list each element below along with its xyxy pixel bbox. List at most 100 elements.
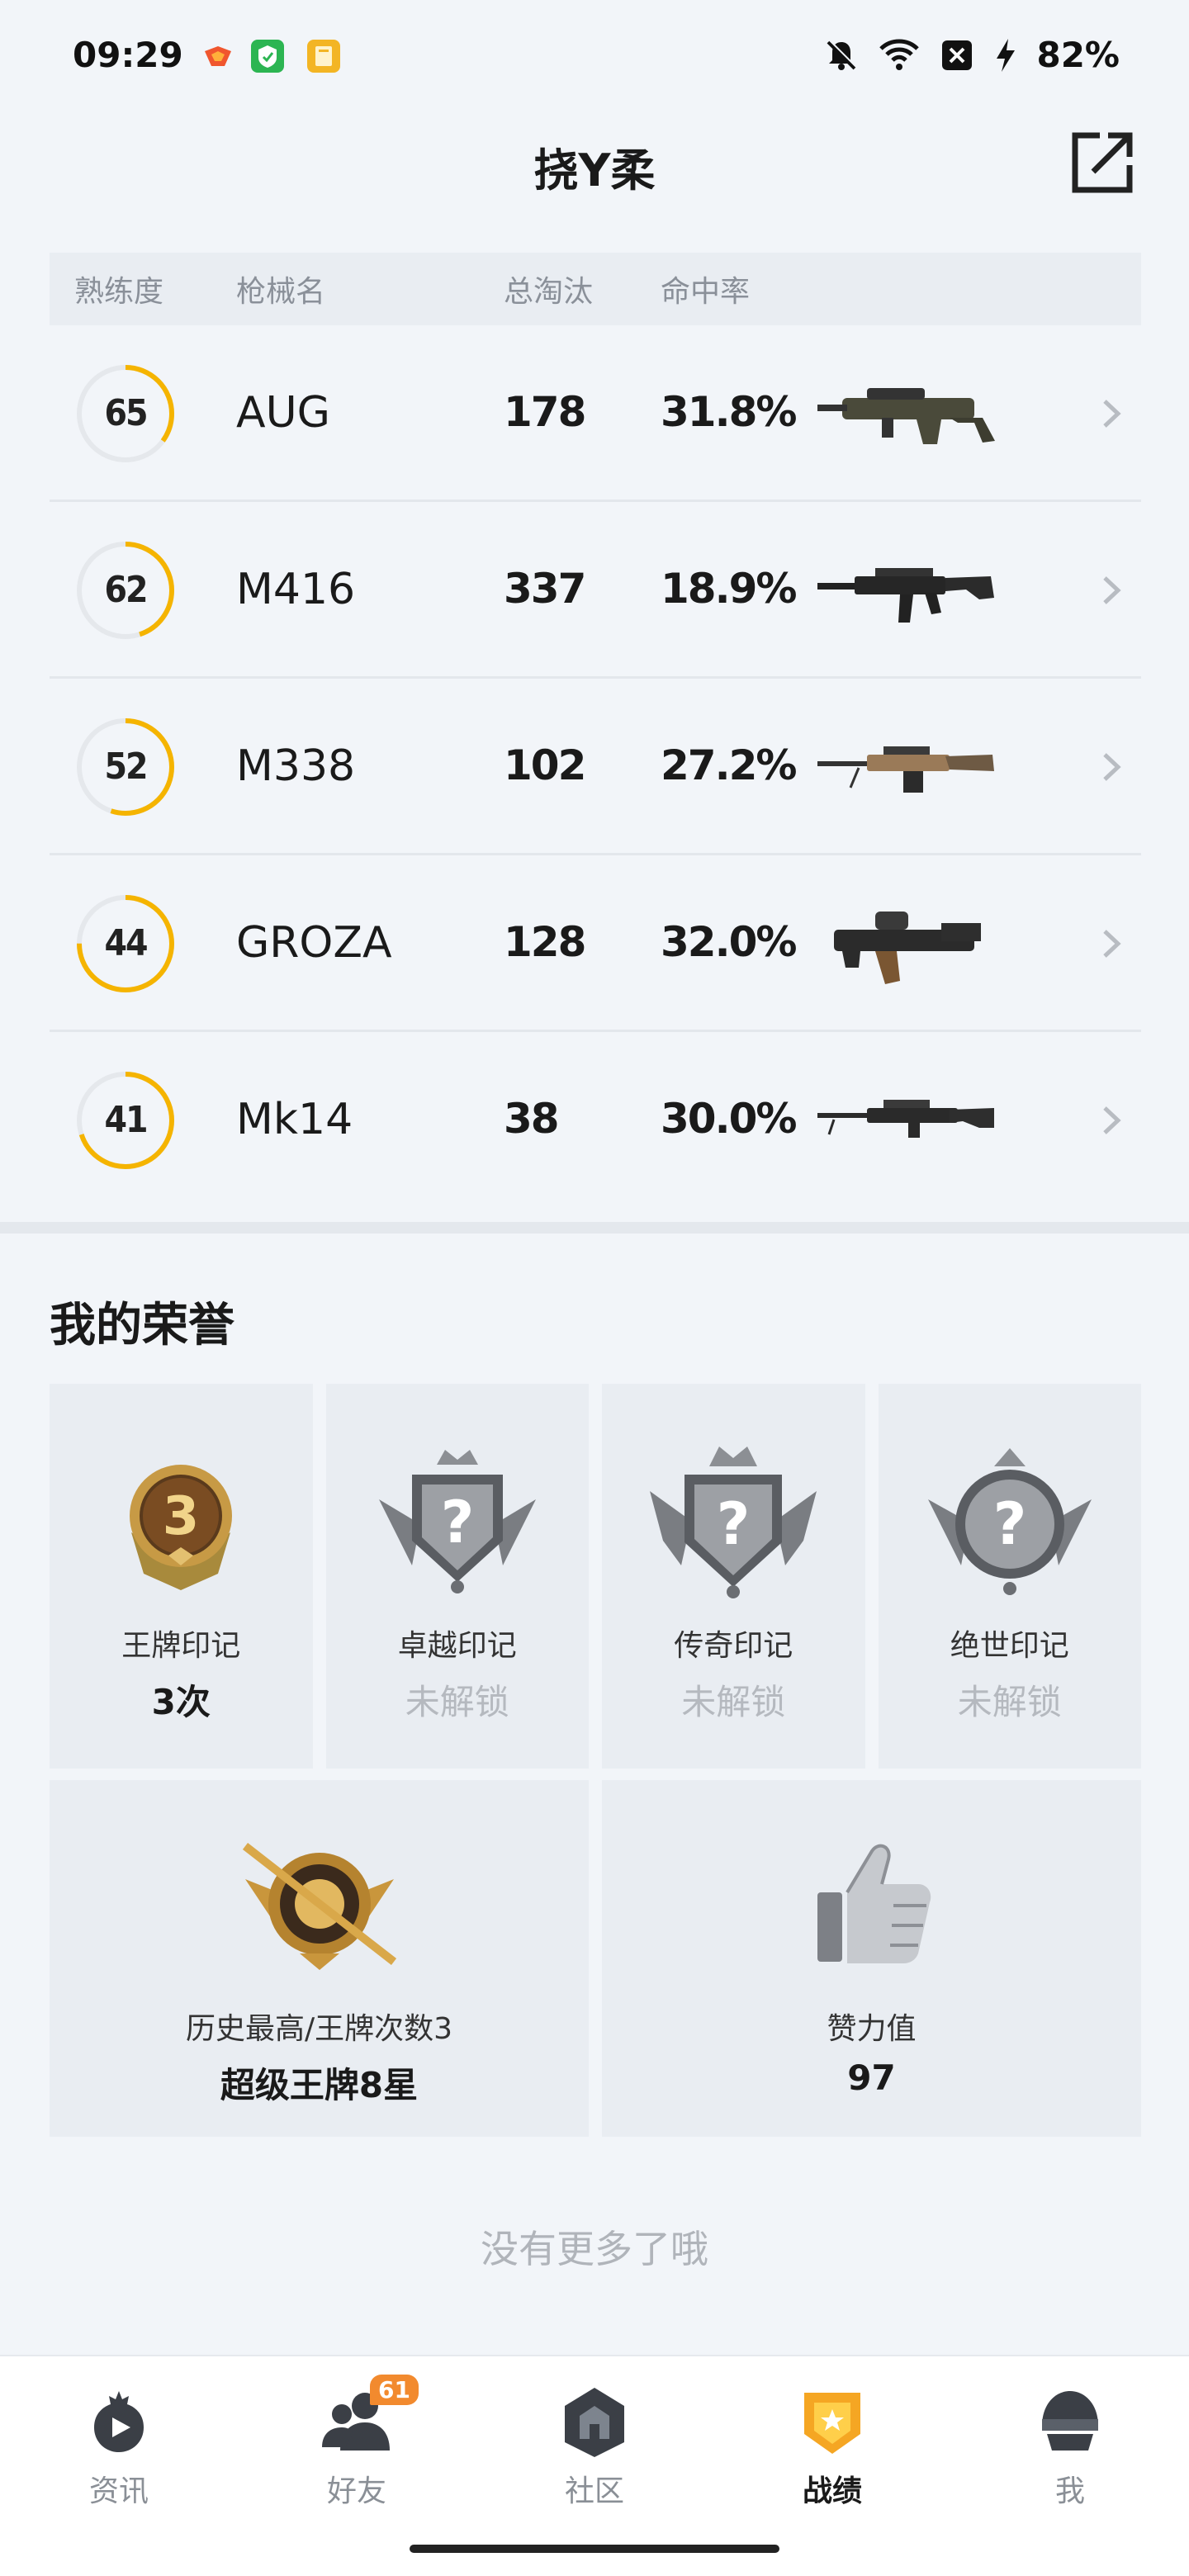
- proficiency-value: 62: [104, 569, 148, 611]
- proficiency-ring: 44: [74, 893, 177, 995]
- gun-name: GROZA: [236, 918, 392, 968]
- hit-rate: 27.2%: [661, 741, 797, 789]
- nav-label: 社区: [564, 2474, 624, 2508]
- total-kills: 102: [504, 741, 586, 789]
- groza-rifle-image: [817, 898, 1016, 989]
- badge-card-peerless[interactable]: ? 绝世印记 未解锁: [878, 1384, 1141, 1769]
- section-divider: [0, 1222, 1189, 1234]
- news-icon: [79, 2381, 159, 2460]
- nav-item-record[interactable]: 战绩: [713, 2356, 951, 2522]
- weapon-row[interactable]: 52 M338 102 27.2%: [50, 679, 1141, 855]
- m338-rifle-image: [817, 722, 1016, 812]
- excellence-badge-locked-icon: ?: [362, 1442, 552, 1607]
- gun-name: Mk14: [236, 1095, 353, 1144]
- header-total-kills: 总淘汰: [504, 275, 594, 309]
- page-title: 挠Y柔: [533, 144, 656, 197]
- proficiency-ring: 65: [74, 362, 177, 465]
- header-hit-rate: 命中率: [661, 275, 751, 309]
- svg-text:?: ?: [992, 1490, 1026, 1558]
- honors-title: 我的荣誉: [50, 1299, 234, 1352]
- gun-name: AUG: [236, 388, 330, 438]
- ace-badge-icon: 3: [86, 1442, 276, 1607]
- nav-label: 好友: [326, 2474, 386, 2508]
- likes-value: 97: [847, 2057, 896, 2098]
- community-icon: [555, 2381, 634, 2460]
- legend-badge-locked-icon: ?: [638, 1442, 828, 1607]
- proficiency-value: 52: [104, 746, 148, 788]
- bottom-nav: 资讯 61 好友 社区 战绩 我: [0, 2355, 1189, 2576]
- badge-name: 王牌印记: [121, 1629, 241, 1663]
- highest-rank-value: 超级王牌8星: [220, 2065, 419, 2105]
- proficiency-value: 44: [104, 922, 148, 964]
- sim-icon: [939, 37, 975, 73]
- mute-icon: [823, 37, 860, 73]
- hit-rate: 32.0%: [661, 918, 797, 966]
- nav-item-profile[interactable]: 我: [951, 2356, 1189, 2522]
- chevron-right-icon: [1095, 1100, 1128, 1141]
- chevron-right-icon: [1095, 923, 1128, 964]
- badge-card-ace[interactable]: 3 王牌印记 3次: [50, 1384, 313, 1769]
- honor-badges: 3 王牌印记 3次 ? 卓越印记 未解锁 ? 传奇印记 未解锁 ? 绝世印记 未…: [50, 1384, 1141, 1769]
- weapon-row[interactable]: 41 Mk14 38 30.0%: [50, 1032, 1141, 1209]
- status-right: 82%: [823, 35, 1120, 75]
- weapon-row[interactable]: 62 M416 337 18.9%: [50, 502, 1141, 679]
- wifi-icon: [878, 37, 921, 73]
- share-icon: [1072, 132, 1133, 193]
- nav-label: 我: [1054, 2474, 1085, 2508]
- honor-stats: 历史最高/王牌次数3 超级王牌8星 赞力值 97: [50, 1780, 1141, 2137]
- nav-item-community[interactable]: 社区: [476, 2356, 713, 2522]
- chevron-right-icon: [1095, 393, 1128, 434]
- game-app-icon: [201, 40, 234, 73]
- highest-rank-card[interactable]: 历史最高/王牌次数3 超级王牌8星: [50, 1780, 589, 2137]
- weapon-list: 65 AUG 178 31.8% 62 M416 337 18.9% 52 M3…: [50, 325, 1141, 1209]
- gun-name: M338: [236, 741, 356, 791]
- svg-text:3: 3: [163, 1486, 200, 1547]
- book-app-icon: [307, 40, 340, 73]
- svg-text:?: ?: [717, 1490, 751, 1558]
- badge-status: 未解锁: [405, 1682, 509, 1722]
- security-app-icon: [251, 40, 284, 73]
- weapon-row[interactable]: 65 AUG 178 31.8%: [50, 325, 1141, 502]
- likes-card[interactable]: 赞力值 97: [602, 1780, 1141, 2137]
- aug-rifle-image: [817, 368, 1016, 459]
- chevron-right-icon: [1095, 746, 1128, 788]
- svg-text:?: ?: [440, 1489, 474, 1556]
- weapon-row[interactable]: 44 GROZA 128 32.0%: [50, 855, 1141, 1032]
- header-proficiency: 熟练度: [74, 275, 164, 309]
- total-kills: 178: [504, 388, 586, 436]
- total-kills: 38: [504, 1095, 560, 1143]
- badge-card-excellence[interactable]: ? 卓越印记 未解锁: [325, 1384, 589, 1769]
- hit-rate: 30.0%: [661, 1095, 797, 1143]
- badge-status: 未解锁: [957, 1682, 1062, 1722]
- nav-label: 资讯: [88, 2474, 149, 2508]
- status-bar: 09:29 82%: [0, 0, 1189, 99]
- thumbs-up-icon: [781, 1830, 963, 1978]
- nav-item-news[interactable]: 资讯: [0, 2356, 238, 2522]
- badge-name: 卓越印记: [397, 1629, 517, 1663]
- proficiency-value: 41: [104, 1099, 148, 1141]
- nav-item-friends[interactable]: 61 好友: [238, 2356, 476, 2522]
- header-gun-name: 枪械名: [236, 275, 326, 309]
- badge-status: 3次: [151, 1682, 211, 1722]
- badge-name: 传奇印记: [674, 1629, 793, 1663]
- chevron-right-icon: [1095, 570, 1128, 611]
- highest-rank-label: 历史最高/王牌次数3: [185, 2012, 453, 2046]
- status-time: 09:29: [73, 35, 183, 75]
- profile-icon: [1030, 2381, 1110, 2460]
- gun-name: M416: [236, 565, 356, 614]
- share-button[interactable]: [1067, 127, 1138, 198]
- hit-rate: 18.9%: [661, 565, 797, 613]
- nav-label: 战绩: [802, 2474, 862, 2508]
- charging-icon: [993, 37, 1018, 73]
- mk14-rifle-image: [817, 1075, 1016, 1166]
- badge-status: 未解锁: [681, 1682, 786, 1722]
- proficiency-value: 65: [104, 392, 148, 434]
- weapon-table-header: 熟练度 枪械名 总淘汰 命中率: [50, 253, 1141, 325]
- home-indicator[interactable]: [410, 2545, 779, 2553]
- badge-card-legend[interactable]: ? 传奇印记 未解锁: [602, 1384, 865, 1769]
- total-kills: 337: [504, 565, 586, 613]
- total-kills: 128: [504, 918, 586, 966]
- hit-rate: 31.8%: [661, 388, 797, 436]
- badge-name: 绝世印记: [950, 1629, 1069, 1663]
- battery-level: 82%: [1036, 35, 1120, 75]
